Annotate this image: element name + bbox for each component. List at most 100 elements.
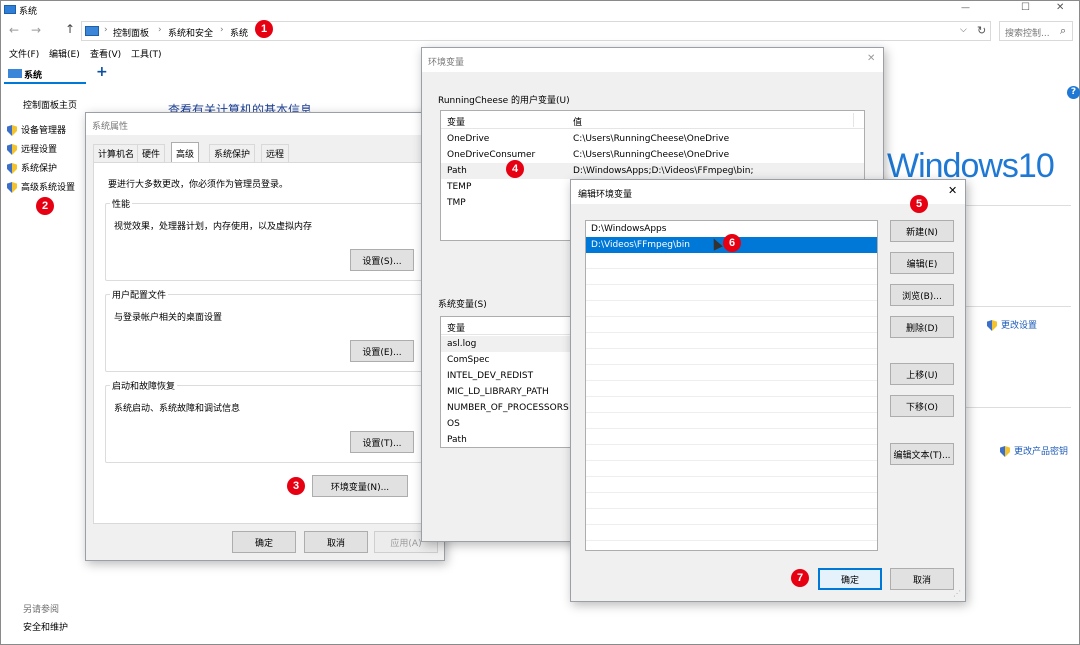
sidebar-item-advanced-settings[interactable]: 高级系统设置	[7, 180, 75, 193]
table-row[interactable]: OneDrive C:\Users\RunningCheese\OneDrive	[441, 131, 864, 147]
shield-icon	[7, 163, 17, 174]
sidebar-item-system-protection[interactable]: 系统保护	[7, 161, 57, 174]
column-header-variable[interactable]: 变量	[447, 115, 465, 128]
sidebar-item-label: 系统保护	[21, 164, 58, 174]
sidebar-item-device-manager[interactable]: 设备管理器	[7, 123, 66, 136]
user-profile-label: 用户配置文件	[110, 288, 169, 301]
column-header-value[interactable]: 值	[573, 115, 582, 128]
shield-icon	[1000, 446, 1010, 457]
see-also-heading: 另请参阅	[23, 605, 60, 615]
var-name: asl.log	[447, 339, 477, 349]
minimize-button[interactable]: —	[961, 3, 970, 13]
back-button[interactable]: ←	[9, 23, 19, 37]
button-label: 应用(A)	[390, 538, 422, 549]
button-label: 上移(U)	[906, 370, 938, 381]
search-box[interactable]: 搜索控制... ⌕	[999, 21, 1073, 41]
computer-icon	[8, 69, 22, 78]
close-icon[interactable]: ✕	[867, 53, 875, 64]
tab-hardware[interactable]: 硬件	[137, 144, 166, 162]
shield-icon	[7, 144, 17, 155]
control-panel-home-link[interactable]: 控制面板主页	[23, 98, 77, 111]
delete-button[interactable]: 删除(D)	[890, 316, 954, 338]
system-vars-label: 系统变量(S)	[438, 300, 487, 310]
dialog-titlebar: 编辑环境变量 ✕	[571, 180, 965, 204]
step-badge-1: 1	[255, 20, 273, 38]
var-name: TEMP	[447, 182, 472, 192]
dropdown-icon[interactable]: ⌵	[960, 25, 967, 35]
edit-environment-variable-dialog: 编辑环境变量 ✕ D:\WindowsApps D:\Videos\FFmpeg…	[570, 179, 966, 602]
change-product-key-link[interactable]: 更改产品密钥	[1000, 444, 1068, 457]
step-badge-2: 2	[36, 197, 54, 215]
system-properties-dialog: 系统属性 计算机名 硬件 高级 系统保护 远程 要进行大多数更改，你必须作为管理…	[85, 112, 445, 561]
title-bar: 系统 — ☐ ✕	[1, 1, 1079, 19]
menu-file[interactable]: 文件(F)	[9, 47, 39, 60]
table-row[interactable]: Path D:\WindowsApps;D:\Videos\FFmpeg\bin;	[441, 163, 864, 179]
button-label: 设置(E)...	[362, 347, 402, 358]
search-icon[interactable]: ⌕	[1060, 24, 1066, 38]
security-maintenance-link[interactable]: 安全和维护	[23, 620, 68, 633]
edit-text-button[interactable]: 编辑文本(T)...	[890, 443, 954, 465]
performance-label: 性能	[110, 197, 133, 210]
table-row[interactable]: OneDriveConsumer C:\Users\RunningCheese\O…	[441, 147, 864, 163]
resize-grip-icon[interactable]: ⋰	[953, 589, 961, 598]
tab-strip: 计算机名 硬件 高级 系统保护 远程	[93, 142, 433, 164]
search-input[interactable]: 搜索控制...	[1005, 26, 1050, 39]
up-button[interactable]: ↑	[65, 22, 75, 36]
startup-desc: 系统启动、系统故障和调试信息	[114, 404, 241, 414]
breadcrumb-system[interactable]: 系统	[230, 26, 248, 39]
var-name: NUMBER_OF_PROCESSORS	[447, 403, 569, 413]
ok-button[interactable]: 确定	[232, 531, 296, 553]
menu-view[interactable]: 查看(V)	[90, 47, 121, 60]
move-down-button[interactable]: 下移(O)	[890, 395, 954, 417]
browse-button[interactable]: 浏览(B)...	[890, 284, 954, 306]
tab-remote[interactable]: 远程	[261, 144, 290, 162]
performance-settings-button[interactable]: 设置(S)...	[350, 249, 414, 271]
move-up-button[interactable]: 上移(U)	[890, 363, 954, 385]
tab-advanced[interactable]: 高级	[171, 142, 200, 163]
breadcrumb-security[interactable]: 系统和安全	[168, 26, 213, 39]
window-title: 系统	[19, 7, 38, 17]
system-icon	[4, 5, 16, 14]
shield-icon	[7, 125, 17, 136]
startup-settings-button[interactable]: 设置(T)...	[350, 431, 414, 453]
forward-button[interactable]: →	[31, 23, 41, 37]
path-entries-list[interactable]: D:\WindowsApps D:\Videos\FFmpeg\bin	[585, 220, 878, 551]
environment-variables-button[interactable]: 环境变量(N)...	[312, 475, 408, 497]
tab-computer-name[interactable]: 计算机名	[93, 144, 140, 162]
close-icon[interactable]: ✕	[948, 184, 957, 197]
add-tab-button[interactable]: +	[96, 64, 108, 80]
step-badge-3: 3	[287, 477, 305, 495]
admin-note: 要进行大多数更改，你必须作为管理员登录。	[108, 180, 289, 190]
ok-button[interactable]: 确定	[818, 568, 882, 590]
tab-system[interactable]: 系统	[4, 64, 86, 84]
close-button[interactable]: ✕	[1056, 2, 1064, 13]
var-name: OneDriveConsumer	[447, 150, 536, 160]
sidebar-item-label: 远程设置	[21, 145, 58, 155]
sidebar-item-label: 高级系统设置	[21, 183, 76, 193]
computer-icon	[85, 26, 99, 36]
breadcrumb-control-panel[interactable]: 控制面板	[113, 26, 149, 39]
column-divider	[853, 113, 854, 127]
profile-settings-button[interactable]: 设置(E)...	[350, 340, 414, 362]
refresh-icon[interactable]: ↻	[977, 24, 986, 37]
cancel-button[interactable]: 取消	[304, 531, 368, 553]
sidebar-item-remote-settings[interactable]: 远程设置	[7, 142, 57, 155]
new-button[interactable]: 新建(N)	[890, 220, 954, 242]
dialog-title: 系统属性	[92, 122, 129, 132]
tab-label: 系统保护	[214, 150, 251, 160]
cancel-button[interactable]: 取消	[890, 568, 954, 590]
menu-tools[interactable]: 工具(T)	[131, 47, 162, 60]
column-header-variable[interactable]: 变量	[447, 321, 465, 334]
help-icon[interactable]: ?	[1067, 86, 1080, 99]
change-settings-link[interactable]: 更改设置	[987, 318, 1037, 331]
menu-edit[interactable]: 编辑(E)	[49, 47, 80, 60]
shield-icon	[987, 320, 997, 331]
edit-button[interactable]: 编辑(E)	[890, 252, 954, 274]
tab-system-protection[interactable]: 系统保护	[209, 144, 256, 162]
breadcrumb-sep-icon: ›	[220, 25, 224, 35]
list-header: 变量 值	[441, 111, 864, 129]
maximize-button[interactable]: ☐	[1021, 2, 1030, 13]
var-name: ComSpec	[447, 355, 490, 365]
shield-icon	[7, 182, 17, 193]
address-bar[interactable]: › 控制面板 › 系统和安全 › 系统 ⌵ ↻	[81, 21, 991, 41]
